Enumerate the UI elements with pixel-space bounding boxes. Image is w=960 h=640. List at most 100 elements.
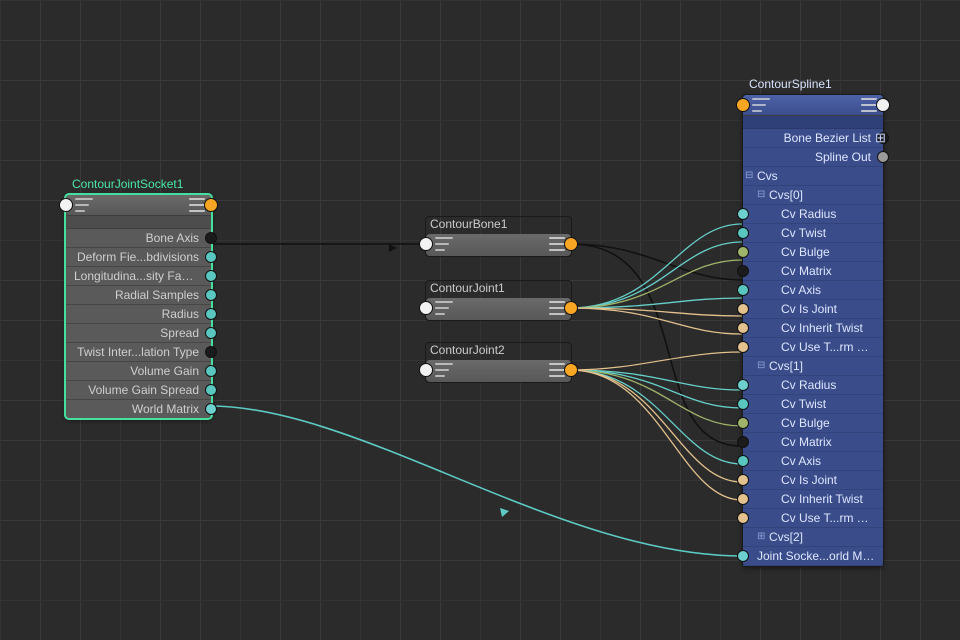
output-port[interactable] <box>205 308 217 320</box>
attribute-row[interactable]: Spread <box>66 324 211 343</box>
attribute-row[interactable]: Cv Use T...rm Twist <box>743 338 883 357</box>
attribute-row[interactable]: Cv Matrix <box>743 433 883 452</box>
attribute-row[interactable]: Longitudina...sity Factor <box>66 267 211 286</box>
attribute-row[interactable]: Cvs[0]⊟ <box>743 186 883 205</box>
attribute-label: Cv Bulge <box>781 414 875 432</box>
input-port[interactable] <box>737 227 749 239</box>
attribute-row[interactable]: Cv Use T...rm Twist <box>743 509 883 528</box>
attribute-label: Cv Use T...rm Twist <box>781 338 875 356</box>
attribute-label: Cv Is Joint <box>781 300 875 318</box>
node-contour-joint-socket[interactable]: ContourJointSocket1 Bone AxisDeform Fie.… <box>65 194 212 419</box>
attribute-row[interactable]: Cv Bulge <box>743 243 883 262</box>
input-port[interactable] <box>737 436 749 448</box>
attribute-row[interactable]: Deform Fie...bdivisions <box>66 248 211 267</box>
attribute-row[interactable]: Cv Twist <box>743 395 883 414</box>
node-contour-joint-2[interactable]: ContourJoint2 <box>425 342 572 383</box>
attribute-label: Cvs[1] <box>769 357 875 375</box>
output-port[interactable] <box>877 151 889 163</box>
attribute-row[interactable]: Cvs⊟ <box>743 167 883 186</box>
input-port[interactable] <box>737 455 749 467</box>
node-header-port-out[interactable] <box>564 301 578 315</box>
node-header-port-out[interactable] <box>876 98 890 112</box>
attribute-row[interactable]: Bone Bezier List ⊞ <box>743 129 883 148</box>
input-port[interactable] <box>737 265 749 277</box>
node-title: ContourJoint2 <box>426 343 571 360</box>
attribute-row[interactable]: Radius <box>66 305 211 324</box>
menu-icon[interactable] <box>549 301 565 315</box>
attribute-row[interactable]: Bone Axis <box>66 229 211 248</box>
menu-icon[interactable] <box>549 363 565 377</box>
attribute-label: Spread <box>74 324 199 342</box>
attribute-row[interactable]: Cvs[2]⊞ <box>743 528 883 547</box>
output-port[interactable] <box>205 270 217 282</box>
input-port[interactable] <box>737 303 749 315</box>
node-header-port-out[interactable] <box>564 363 578 377</box>
output-port[interactable] <box>205 251 217 263</box>
node-contour-joint-1[interactable]: ContourJoint1 <box>425 280 572 321</box>
attribute-row[interactable]: Twist Inter...lation Type <box>66 343 211 362</box>
input-port[interactable] <box>737 284 749 296</box>
input-port[interactable] <box>737 379 749 391</box>
attribute-row[interactable]: Joint Socke...orld Matrix <box>743 547 883 566</box>
attribute-row[interactable]: Cv Bulge <box>743 414 883 433</box>
input-port[interactable] <box>737 322 749 334</box>
menu-icon[interactable] <box>861 98 877 112</box>
node-header-port-in[interactable] <box>419 363 433 377</box>
node-header-port-in[interactable] <box>736 98 750 112</box>
attribute-row[interactable]: World Matrix <box>66 400 211 418</box>
attribute-row[interactable]: Cv Axis <box>743 452 883 471</box>
input-port[interactable] <box>737 550 749 562</box>
node-header[interactable] <box>743 95 883 116</box>
menu-icon[interactable] <box>189 198 205 212</box>
input-port[interactable] <box>737 417 749 429</box>
stack-icon <box>752 98 770 112</box>
node-contour-bone[interactable]: ContourBone1 <box>425 216 572 257</box>
attribute-row[interactable]: Cv Is Joint <box>743 471 883 490</box>
attribute-row[interactable]: Radial Samples <box>66 286 211 305</box>
output-port[interactable] <box>205 384 217 396</box>
attribute-row[interactable]: Cv Axis <box>743 281 883 300</box>
output-port[interactable] <box>205 232 217 244</box>
attribute-row[interactable]: Cv Inherit Twist <box>743 490 883 509</box>
attribute-row[interactable]: Spline Out <box>743 148 883 167</box>
attribute-row[interactable]: Cv Is Joint <box>743 300 883 319</box>
expand-icon[interactable]: ⊞ <box>875 133 885 143</box>
input-port[interactable] <box>737 493 749 505</box>
input-port[interactable] <box>737 208 749 220</box>
node-strip <box>743 116 883 129</box>
input-port[interactable] <box>737 474 749 486</box>
attribute-row[interactable]: Cv Matrix <box>743 262 883 281</box>
attribute-label: Cv Is Joint <box>781 471 875 489</box>
node-contour-spline[interactable]: ContourSpline1 Bone Bezier List⊞Spline O… <box>742 94 884 567</box>
attribute-row[interactable]: Volume Gain Spread <box>66 381 211 400</box>
input-port[interactable] <box>737 246 749 258</box>
attribute-row[interactable]: Cvs[1]⊟ <box>743 357 883 376</box>
attribute-row[interactable]: Cv Twist <box>743 224 883 243</box>
node-strip <box>66 216 211 229</box>
input-port[interactable] <box>737 341 749 353</box>
node-header[interactable] <box>426 298 571 320</box>
output-port[interactable] <box>205 289 217 301</box>
node-header[interactable] <box>426 360 571 382</box>
attribute-label: Bone Bezier List <box>751 129 871 147</box>
menu-icon[interactable] <box>549 237 565 251</box>
output-port[interactable] <box>205 346 217 358</box>
output-port[interactable] <box>205 365 217 377</box>
output-port[interactable] <box>205 327 217 339</box>
node-header[interactable] <box>426 234 571 256</box>
attribute-row[interactable]: Cv Inherit Twist <box>743 319 883 338</box>
input-port[interactable] <box>737 398 749 410</box>
node-title: ContourBone1 <box>426 217 571 234</box>
node-header-port-out[interactable] <box>564 237 578 251</box>
node-header-port-out[interactable] <box>204 198 218 212</box>
attribute-row[interactable]: Cv Radius <box>743 376 883 395</box>
node-header-port-in[interactable] <box>419 301 433 315</box>
attribute-row[interactable]: Cv Radius <box>743 205 883 224</box>
node-header[interactable] <box>66 195 211 216</box>
node-header-port-in[interactable] <box>59 198 73 212</box>
node-header-port-in[interactable] <box>419 237 433 251</box>
attribute-row[interactable]: Volume Gain <box>66 362 211 381</box>
node-graph-canvas[interactable]: ContourJointSocket1 Bone AxisDeform Fie.… <box>0 0 960 640</box>
input-port[interactable] <box>737 512 749 524</box>
output-port[interactable] <box>205 403 217 415</box>
